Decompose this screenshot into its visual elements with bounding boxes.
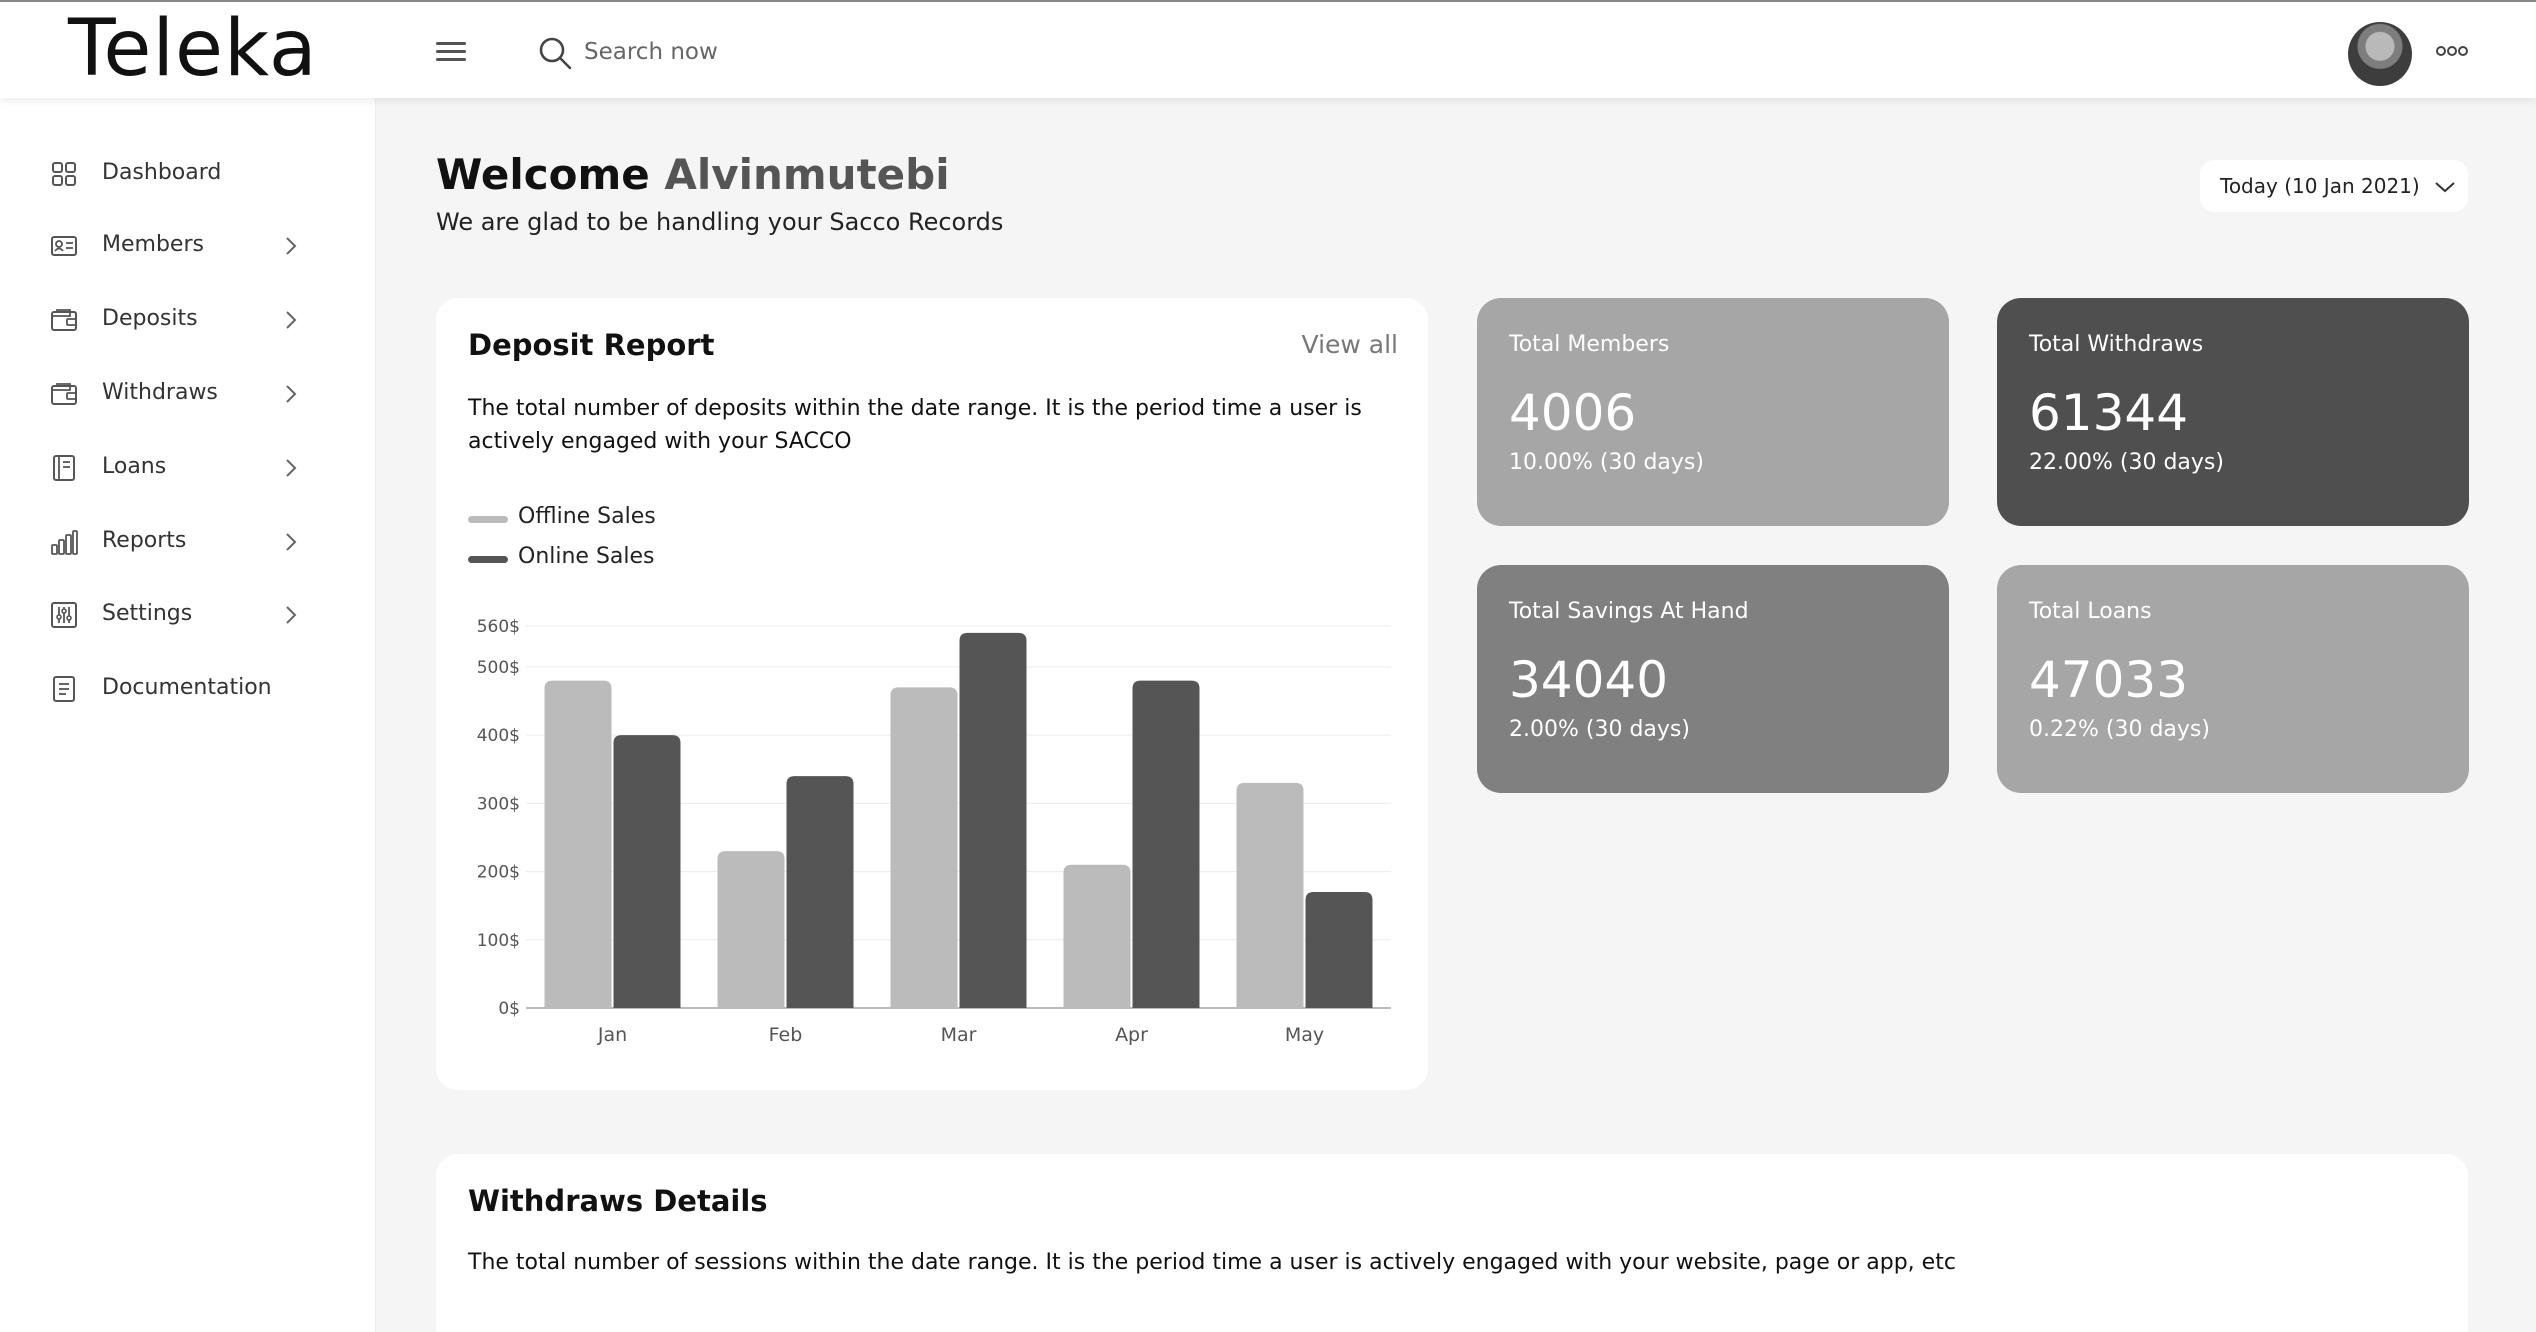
bar-offline-sales-jan[interactable] <box>544 680 612 1008</box>
stat-label: Total Members <box>1509 332 1670 357</box>
sidebar-item-dashboard[interactable]: Dashboard <box>0 146 376 202</box>
bar-offline-sales-mar[interactable] <box>890 687 958 1008</box>
sidebar-item-settings[interactable]: Settings <box>0 587 376 643</box>
y-tick-label: 300$ <box>477 794 520 814</box>
stat-card-total-members[interactable]: Total Members 4006 10.00% (30 days) <box>1477 298 1949 526</box>
y-tick-label: 500$ <box>477 658 520 678</box>
wallet-icon <box>51 309 77 331</box>
sidebar-item-documentation[interactable]: Documentation <box>0 661 376 717</box>
bar-online-sales-feb[interactable] <box>786 776 854 1008</box>
sidebar-item-label: Withdraws <box>102 380 218 405</box>
search-input[interactable] <box>584 32 1084 72</box>
chevron-right-icon <box>286 311 297 329</box>
stat-card-total-savings[interactable]: Total Savings At Hand 34040 2.00% (30 da… <box>1477 565 1949 793</box>
date-filter-label: Today (10 Jan 2021) <box>2220 174 2420 198</box>
stat-value: 61344 <box>2029 384 2189 442</box>
stat-change: 22.00% (30 days) <box>2029 450 2224 475</box>
welcome-text: Welcome <box>436 150 650 199</box>
y-tick-label: 400$ <box>477 726 520 746</box>
sidebar-item-label: Documentation <box>102 675 272 700</box>
document-icon <box>53 676 75 702</box>
top-bar: Teleka <box>0 0 2536 98</box>
withdraws-details-description: The total number of sessions within the … <box>468 1250 1956 1275</box>
stat-label: Total Savings At Hand <box>1509 599 1749 624</box>
chevron-right-icon <box>286 533 297 551</box>
stat-card-total-withdraws[interactable]: Total Withdraws 61344 22.00% (30 days) <box>1997 298 2469 526</box>
sidebar-item-label: Reports <box>102 528 187 553</box>
grid-icon <box>52 162 76 186</box>
stat-change: 0.22% (30 days) <box>2029 717 2210 742</box>
more-options-icon[interactable] <box>2436 44 2468 58</box>
deposit-report-card: Deposit Report View all The total number… <box>436 298 1428 1090</box>
x-tick-label: Mar <box>941 1024 977 1046</box>
sidebar-item-reports[interactable]: Reports <box>0 514 376 570</box>
sidebar-item-deposits[interactable]: Deposits <box>0 292 376 348</box>
chevron-right-icon <box>286 237 297 255</box>
stat-value: 4006 <box>1509 384 1637 442</box>
withdraws-details-card: Withdraws Details The total number of se… <box>436 1154 2468 1332</box>
stat-change: 10.00% (30 days) <box>1509 450 1704 475</box>
y-tick-label: 200$ <box>477 863 520 883</box>
sidebar-item-members[interactable]: Members <box>0 218 376 274</box>
sidebar-item-label: Loans <box>102 454 167 479</box>
x-tick-label: May <box>1285 1024 1324 1046</box>
sidebar: Dashboard Members Deposits Withdraws Loa… <box>0 98 376 1332</box>
stat-change: 2.00% (30 days) <box>1509 717 1690 742</box>
sidebar-item-withdraws[interactable]: Withdraws <box>0 366 376 422</box>
sliders-icon <box>51 602 77 628</box>
x-tick-label: Jan <box>597 1024 627 1046</box>
y-tick-label: 0$ <box>498 999 520 1019</box>
bar-offline-sales-apr[interactable] <box>1063 864 1131 1008</box>
x-tick-label: Apr <box>1115 1024 1148 1046</box>
stat-label: Total Loans <box>2029 599 2152 624</box>
chevron-right-icon <box>286 606 297 624</box>
page-subtitle: We are glad to be handling your Sacco Re… <box>436 208 1004 236</box>
sidebar-item-label: Settings <box>102 601 193 626</box>
bar-online-sales-mar[interactable] <box>959 632 1027 1008</box>
id-card-icon <box>51 236 77 256</box>
x-tick-label: Feb <box>769 1024 803 1046</box>
y-tick-label: 100$ <box>477 931 520 951</box>
stat-card-total-loans[interactable]: Total Loans 47033 0.22% (30 days) <box>1997 565 2469 793</box>
withdraws-details-title: Withdraws Details <box>468 1184 768 1218</box>
chevron-right-icon <box>286 459 297 477</box>
search-icon[interactable] <box>538 36 572 70</box>
avatar[interactable] <box>2348 22 2412 86</box>
sidebar-item-label: Members <box>102 232 204 257</box>
bar-online-sales-apr[interactable] <box>1132 680 1200 1008</box>
chevron-right-icon <box>286 385 297 403</box>
date-filter-dropdown[interactable]: Today (10 Jan 2021) <box>2200 160 2468 212</box>
sidebar-item-label: Deposits <box>102 306 198 331</box>
bar-online-sales-may[interactable] <box>1305 892 1373 1008</box>
stat-label: Total Withdraws <box>2029 332 2204 357</box>
sidebar-item-loans[interactable]: Loans <box>0 440 376 496</box>
menu-toggle-icon[interactable] <box>436 40 466 62</box>
app-logo[interactable]: Teleka <box>68 4 318 94</box>
page-title: Welcome Alvinmutebi <box>436 150 950 199</box>
y-tick-label: 560$ <box>477 617 520 637</box>
bar-offline-sales-may[interactable] <box>1236 782 1304 1008</box>
username: Alvinmutebi <box>664 150 950 199</box>
stat-value: 47033 <box>2029 651 2189 709</box>
bar-offline-sales-feb[interactable] <box>717 851 785 1008</box>
bar-chart-icon <box>51 530 78 555</box>
wallet-icon <box>51 383 77 405</box>
chevron-down-icon <box>2435 182 2455 193</box>
deposit-bar-chart: 0$ 100$ 200$ 300$ 400$ 500$ 560$ Jan Feb Mar Apr Ma… <box>477 617 1391 1046</box>
sidebar-item-label: Dashboard <box>102 160 222 185</box>
ledger-icon <box>53 455 75 481</box>
bar-online-sales-jan[interactable] <box>613 735 681 1008</box>
stat-value: 34040 <box>1509 651 1669 709</box>
